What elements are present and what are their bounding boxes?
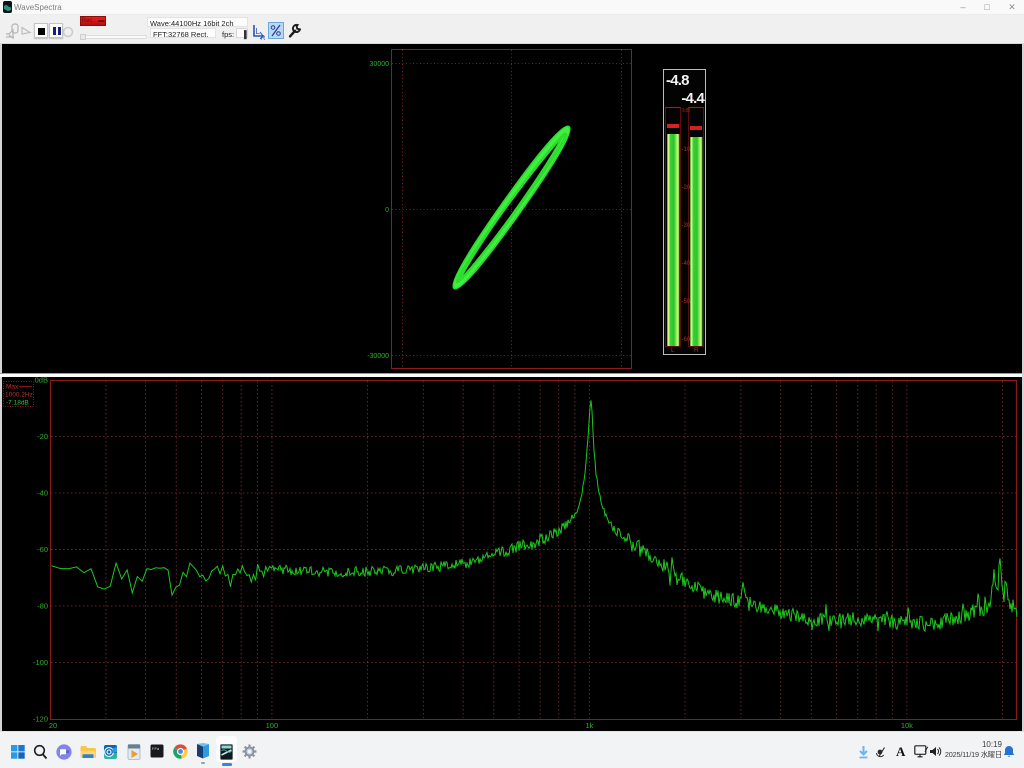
svg-text:-10: -10 <box>682 147 691 153</box>
svg-text:20: 20 <box>49 721 57 730</box>
svg-text:-50: -50 <box>682 299 691 305</box>
svg-text:L: L <box>671 347 675 353</box>
svg-text:-60: -60 <box>37 545 48 554</box>
svg-text:FFa: FFa <box>152 746 160 751</box>
svg-text:-7.18dB: -7.18dB <box>6 400 29 407</box>
svg-text:-60: -60 <box>682 337 691 343</box>
svg-text:30000: 30000 <box>370 61 390 68</box>
svg-text:-120: -120 <box>33 715 48 724</box>
svg-text:0dB: 0dB <box>682 108 692 114</box>
svg-text:-80: -80 <box>37 602 48 611</box>
svg-text:-20: -20 <box>682 185 691 191</box>
svg-text:1000.2Hz: 1000.2Hz <box>5 392 33 399</box>
svg-text:R: R <box>694 347 699 353</box>
svg-text:-30000: -30000 <box>367 353 389 360</box>
svg-text:0: 0 <box>385 207 389 214</box>
svg-text:-100: -100 <box>33 658 48 667</box>
svg-text:R: R <box>261 36 266 40</box>
svg-text:-20: -20 <box>37 432 48 441</box>
svg-text:0dB: 0dB <box>35 377 48 385</box>
svg-text:-40: -40 <box>682 261 691 267</box>
svg-text:-30: -30 <box>682 223 691 229</box>
svg-text:L: L <box>256 27 261 36</box>
svg-text:1k: 1k <box>585 721 593 730</box>
svg-text:100: 100 <box>266 721 279 730</box>
svg-text:10k: 10k <box>901 721 913 730</box>
svg-text:-40: -40 <box>37 489 48 498</box>
svg-text:Max: Max <box>6 384 19 391</box>
